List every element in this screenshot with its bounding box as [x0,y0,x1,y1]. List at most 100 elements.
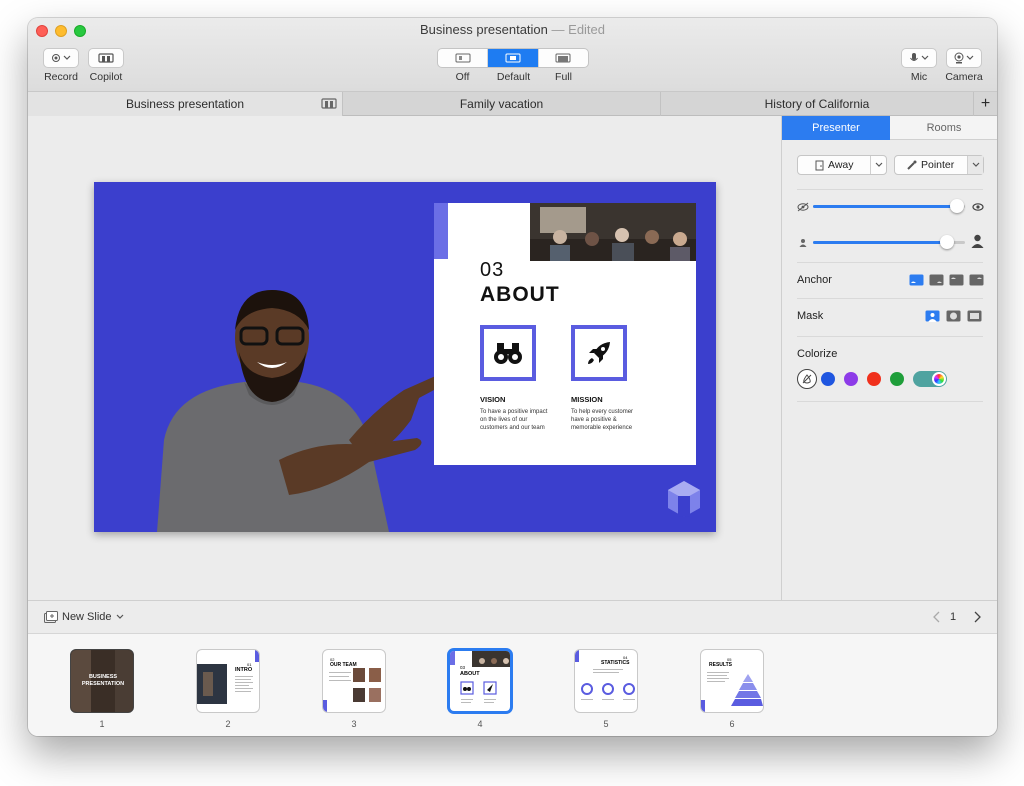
slide-thumbnail-3[interactable]: 02 OUR TEAM [322,649,386,713]
tab-rooms[interactable]: Rooms [890,116,997,140]
mask-label: Mask [797,310,824,322]
slide-navigation-bar: New Slide 1 [28,600,997,634]
divider [797,189,983,190]
divider [797,401,983,402]
anchor-bottom-right-icon[interactable] [929,274,944,286]
mask-options [925,310,985,322]
overlay-off-icon [455,53,471,63]
record-label: Record [44,71,78,83]
anchor-bottom-left-icon[interactable] [909,274,924,286]
anchor-top-right-icon[interactable] [969,274,984,286]
brand-logo-icon [668,481,700,517]
previous-slide-icon[interactable] [932,611,942,623]
new-slide-button[interactable]: New Slide [44,611,125,623]
mission-title: MISSION [571,395,603,404]
away-label: Away [828,159,854,171]
slide-thumbnail-4[interactable]: 03 ABOUT [448,649,512,713]
color-wheel-icon [932,372,946,386]
slide-thumbnail-2[interactable]: 01 INTRO [196,649,260,713]
color-swatch-red[interactable] [867,372,881,386]
view-mode-full-button[interactable] [539,49,588,67]
thumbnail-title: RESULTS [709,662,732,668]
mic-label: Mic [910,71,928,83]
thumbnail-number: 4 [477,719,483,729]
view-mode-default-label: Default [496,71,531,83]
slide-canvas: 03 ABOUT VISION To have a positive impac… [28,116,781,600]
thumbnail-title: STATISTICS [601,660,630,666]
window-title: Business presentation — Edited [28,22,997,37]
accent-bar [450,651,455,665]
divider [797,336,983,337]
team-photos-grid [329,668,381,702]
tab-family-vacation[interactable]: Family vacation [343,92,661,116]
view-mode-default-button[interactable] [488,49,539,67]
tab-business-presentation[interactable]: Business presentation [28,92,343,116]
no-color-drop-icon [802,374,812,384]
eye-icon [972,203,984,211]
thumbnail-number: 6 [729,719,735,729]
tab-label: Family vacation [459,97,544,111]
view-mode-full-label: Full [555,71,572,83]
away-door-icon [815,160,824,170]
presenter-person-photo [157,290,455,532]
tab-history-of-california[interactable]: History of California [661,92,974,116]
slider-knob[interactable] [939,235,954,249]
color-swatch-blue[interactable] [821,372,835,386]
slider-fill [813,241,947,244]
copilot-button[interactable] [88,48,124,68]
tab-presenter[interactable]: Presenter [782,116,890,140]
edited-indicator: — Edited [551,22,606,37]
divider [797,298,983,299]
app-window: Business presentation — Edited Record Co… [28,18,997,736]
mask-circle-icon[interactable] [946,310,961,322]
record-icon [52,54,71,62]
person-small-icon [799,239,807,247]
team-meeting-photo [530,203,696,261]
custom-color-toggle[interactable] [913,371,947,387]
slide-thumbnail-1[interactable]: BUSINESS PRESENTATION [70,649,134,713]
colorize-off-swatch[interactable] [797,369,817,389]
slide-preview[interactable]: 03 ABOUT VISION To have a positive impac… [94,182,716,532]
thumbnail-number: 3 [351,719,357,729]
size-slider[interactable] [813,235,965,249]
slider-knob[interactable] [950,199,965,213]
new-slide-label: New Slide [62,611,112,623]
opacity-slider[interactable] [813,199,965,213]
next-slide-icon[interactable] [972,611,982,623]
thumbnail-5-donut-charts [581,669,635,700]
vision-icon-box [480,325,536,381]
about-card: 03 ABOUT VISION To have a positive impac… [434,203,696,465]
record-button[interactable] [43,48,79,68]
color-swatch-purple[interactable] [844,372,858,386]
thumbnail-2-photo [197,664,227,704]
new-tab-button[interactable]: + [974,92,997,116]
overlay-default-icon [505,53,521,63]
anchor-top-left-icon[interactable] [949,274,964,286]
mask-rectangle-icon[interactable] [925,310,940,322]
tab-label: Business presentation [125,97,245,111]
color-swatch-green[interactable] [890,372,904,386]
pointer-dropdown[interactable]: Pointer [894,155,984,175]
vision-text: To have a positive impact on the lives o… [480,409,548,431]
thumbnail-title: INTRO [235,667,253,673]
rocket-icon [588,342,610,364]
copilot-label: Copilot [89,71,123,83]
accent-bar [701,700,705,712]
thumbnail-6-pyramid [707,672,763,706]
eye-hidden-icon [797,202,809,212]
slide-thumbnail-6[interactable]: 05 RESULTS [700,649,764,713]
plus-icon: + [980,95,991,112]
slide-section-number: 03 [480,259,505,281]
accent-bar [255,650,259,662]
mic-button[interactable] [901,48,937,68]
view-mode-off-button[interactable] [438,49,489,67]
mask-none-icon[interactable] [967,310,982,322]
laser-pointer-icon [907,160,917,170]
accent-bar [323,700,327,712]
binoculars-icon [494,343,522,364]
title-bar: Business presentation — Edited Record Co… [28,18,997,92]
camera-button[interactable] [946,48,982,68]
slide-thumbnail-5[interactable]: 04 STATISTICS [574,649,638,713]
tab-label: History of California [764,97,870,111]
away-dropdown[interactable]: Away [797,155,887,175]
